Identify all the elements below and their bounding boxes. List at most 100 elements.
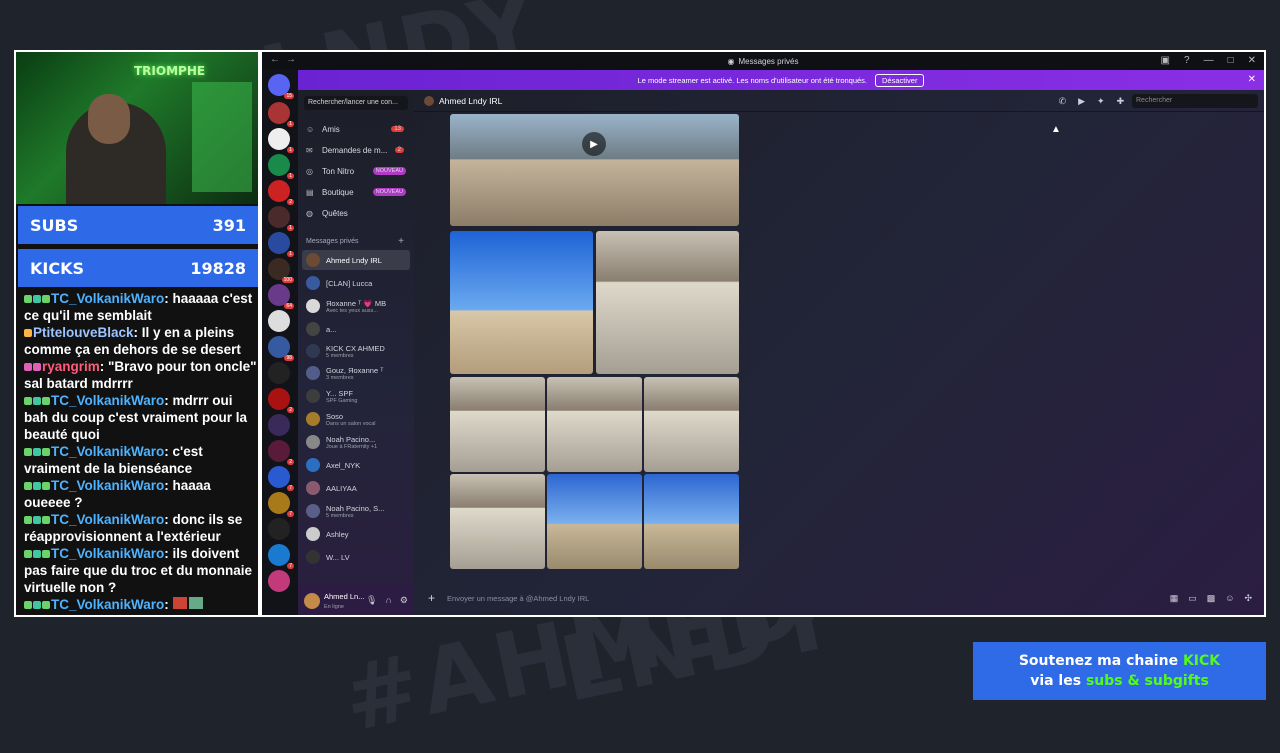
dm-item[interactable]: AALIYAA [302, 478, 410, 498]
server-icon[interactable]: 100 [268, 258, 294, 283]
server-icon[interactable]: 7 [268, 544, 294, 569]
gear-icon[interactable]: ⚙ [400, 595, 408, 606]
image-attachment[interactable] [450, 474, 545, 569]
dm-item[interactable]: W... LV [302, 547, 410, 567]
avatar[interactable] [304, 592, 320, 609]
inbox-icon[interactable]: ▣ [1161, 55, 1170, 66]
banner-close-icon[interactable]: ✕ [1248, 74, 1256, 85]
server-icon[interactable] [268, 518, 290, 540]
phone-icon[interactable]: ✆ [1059, 96, 1067, 107]
kick-promo-banner: Soutenez ma chaine KICK via les subs & s… [973, 642, 1266, 700]
chat-message: TC_VolkanikWaro: [24, 596, 258, 613]
video-icon[interactable]: ▶ [1078, 96, 1085, 107]
avatar [306, 299, 320, 313]
play-icon[interactable]: ▶ [582, 132, 606, 156]
close-icon[interactable]: ✕ [1248, 55, 1256, 66]
message-input[interactable]: Envoyer un message à @Ahmed Lndy IRL [447, 594, 589, 603]
subs-label: SUBS [30, 215, 79, 235]
server-icon[interactable]: 1 [268, 128, 294, 153]
dm-search-input[interactable]: Rechercher/lancer une con... [304, 96, 408, 110]
server-icon[interactable]: 2 [268, 388, 294, 413]
dm-item[interactable]: Gouz, Яoxanne ᵀ3 membres [302, 363, 410, 383]
chat-message: TC_VolkanikWaro: ils doivent pas faire q… [24, 546, 253, 595]
channel-name: Ahmed Lndy IRL [439, 95, 503, 106]
dm-item[interactable]: a... [302, 319, 410, 339]
server-icon[interactable]: 1 [268, 232, 294, 257]
chat-message: TC_VolkanikWaro: mdrrr oui bah du coup c… [24, 393, 248, 442]
avatar [306, 458, 320, 472]
quest-icon: ◍ [306, 208, 313, 218]
minimize-icon[interactable]: — [1204, 55, 1214, 66]
server-icon[interactable] [268, 362, 290, 384]
server-icon[interactable]: 98 [268, 336, 294, 361]
window-title: Messages privés [738, 56, 799, 66]
nav-friends[interactable]: ☺ Amis 13 [306, 122, 410, 136]
image-attachment[interactable] [644, 474, 739, 569]
apps-icon[interactable]: ✣ [1244, 593, 1252, 604]
server-icon[interactable]: 1 [268, 154, 294, 179]
dm-item[interactable]: Noah Pacino, S... 5 membres [302, 501, 410, 521]
dm-item[interactable]: KICK CX AHMED 5 membres [302, 341, 410, 361]
dm-item[interactable]: Ashley [302, 524, 410, 544]
nav-message-requests[interactable]: ✉ Demandes de m... 2 [306, 143, 410, 157]
image-attachment[interactable] [547, 474, 642, 569]
avatar [306, 504, 320, 518]
avatar [306, 366, 320, 380]
pin-icon[interactable]: ✦ [1097, 96, 1105, 107]
server-icon[interactable] [268, 570, 290, 592]
image-attachment[interactable] [450, 377, 545, 472]
headphones-icon[interactable]: ∩ [385, 595, 391, 606]
image-attachment[interactable] [644, 377, 739, 472]
nav-quests[interactable]: ◍ Quêtes [306, 206, 410, 220]
chat-message: TC_VolkanikWaro: haaaaa c'est ce qu'il m… [24, 291, 253, 323]
gift-icon[interactable]: ▦ [1170, 593, 1179, 604]
add-attachment-icon[interactable]: + [428, 591, 435, 605]
message-composer[interactable]: + Envoyer un message à @Ahmed Lndy IRL ▦… [420, 585, 1258, 611]
nav-nitro[interactable]: ◎ Ton Nitro NOUVEAU [306, 164, 410, 178]
user-name: Ahmed Ln... [324, 591, 365, 601]
server-icon[interactable]: 1 [268, 206, 294, 231]
server-icon[interactable]: 7 [268, 492, 294, 517]
dm-item[interactable]: Y... SPF SPF Gaming [302, 386, 410, 406]
microphone-icon[interactable]: 🎙 [366, 595, 377, 606]
help-icon[interactable]: ? [1184, 55, 1190, 66]
dm-item[interactable]: Noah Pacino... Joue à FRaternity +1 [302, 432, 410, 452]
dm-item[interactable]: Axel_NYK [302, 455, 410, 475]
chat-message: TC_VolkanikWaro: donc ils se réapprovisi… [24, 512, 243, 544]
server-icon[interactable]: 7 [268, 466, 294, 491]
server-icon[interactable] [268, 310, 290, 332]
add-dm-icon[interactable]: + [398, 236, 404, 247]
nav-arrows[interactable]: ←→ [270, 54, 302, 65]
server-icon[interactable]: 64 [268, 284, 294, 309]
home-icon[interactable]: 15 [268, 74, 294, 99]
promo-text: via les [1030, 673, 1086, 689]
server-icon[interactable]: 2 [268, 180, 294, 205]
maximize-icon[interactable]: □ [1228, 55, 1234, 66]
avatar [306, 412, 320, 426]
dm-item[interactable]: [CLAN] Lucca [302, 273, 410, 293]
avatar [306, 481, 320, 495]
nav-shop[interactable]: ▤ Boutique NOUVEAU [306, 185, 410, 199]
image-attachment[interactable] [547, 377, 642, 472]
user-panel: Ahmed Ln... En ligne 🎙 ∩ ⚙ [298, 584, 414, 615]
stream-chat: TC_VolkanikWaro: haaaaa c'est ce qu'il m… [24, 290, 258, 613]
avatar [424, 95, 434, 106]
video-attachment[interactable]: ▶ [450, 114, 739, 226]
server-icon[interactable]: 1 [268, 102, 294, 127]
header-search-input[interactable]: Rechercher [1132, 94, 1258, 108]
dm-item[interactable]: Ahmed Lndy IRL [302, 250, 410, 270]
emoji-icon[interactable]: ☺ [1225, 593, 1234, 604]
subs-value: 391 [212, 215, 246, 235]
dm-item[interactable]: Яoxanne ᵀ 💗 MB Avec tes yeux auss... [302, 296, 410, 316]
image-attachment[interactable] [450, 231, 593, 374]
sticker-icon[interactable]: ▩ [1207, 593, 1216, 604]
dm-item[interactable]: Soso Dans un salon vocal [302, 409, 410, 429]
server-icon[interactable]: 2 [268, 440, 294, 465]
webcam-feed: TRIOMPHE [16, 52, 258, 204]
window-controls: ▣ ? — □ ✕ [1161, 55, 1256, 66]
server-icon[interactable] [268, 414, 290, 436]
gif-icon[interactable]: ▭ [1188, 593, 1197, 604]
image-attachment[interactable] [596, 231, 739, 374]
disable-streamer-button[interactable]: Désactiver [875, 73, 925, 87]
add-member-icon[interactable]: ✚ [1117, 96, 1125, 107]
